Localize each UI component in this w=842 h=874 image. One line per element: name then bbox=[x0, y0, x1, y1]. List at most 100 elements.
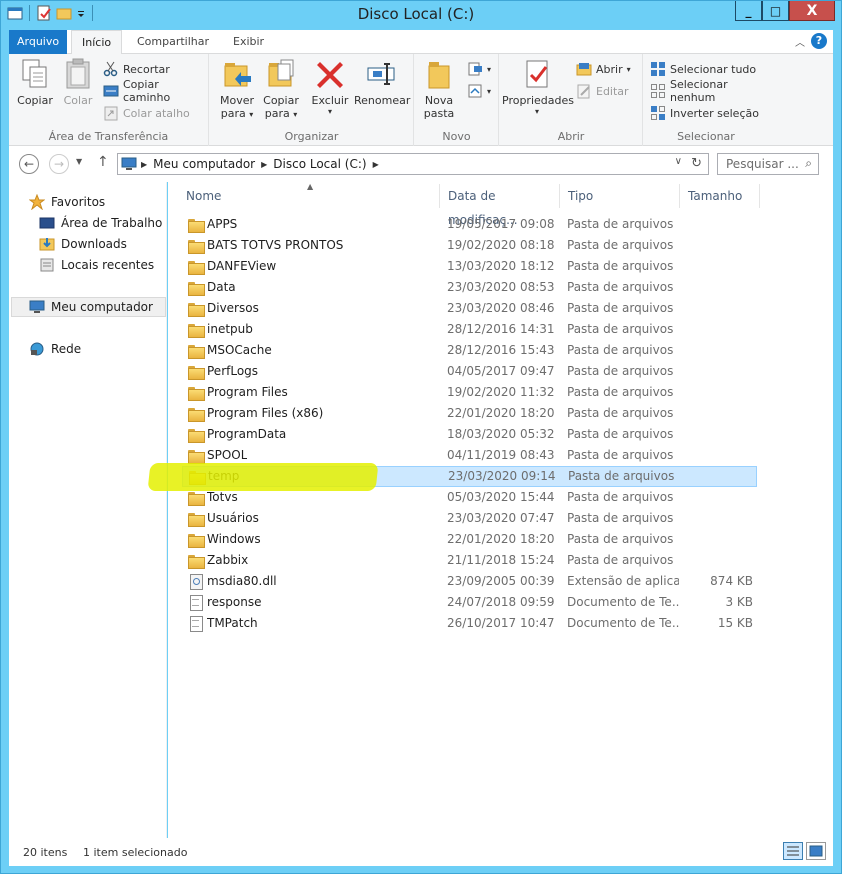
file-row[interactable]: Usuários 23/03/2020 07:47 Pasta de arquivo… bbox=[168, 508, 833, 529]
back-button[interactable]: ← bbox=[19, 154, 39, 174]
nav-item-downloads[interactable]: Downloads bbox=[39, 234, 127, 254]
file-row[interactable]: Program Files (x86) 22/01/2020 18:20 Pasta… bbox=[168, 403, 833, 424]
column-header-type[interactable]: Tipo bbox=[560, 184, 680, 208]
properties-button[interactable]: Propriedades ▾ bbox=[502, 58, 574, 116]
chevron-right-icon[interactable]: ▶ bbox=[371, 160, 381, 169]
file-name: Windows bbox=[207, 532, 261, 546]
file-row[interactable]: DANFEView 13/03/2020 18:12 Pasta de arquiv… bbox=[168, 256, 833, 277]
folder-icon bbox=[188, 280, 205, 296]
column-header-size[interactable]: Tamanho bbox=[680, 184, 760, 208]
breadcrumb-local-disk[interactable]: Disco Local (C:) bbox=[269, 157, 370, 171]
refresh-icon[interactable]: ↻ bbox=[691, 156, 702, 171]
rename-button[interactable]: Renomear bbox=[354, 58, 411, 107]
file-date: 05/03/2020 15:44 bbox=[447, 490, 555, 504]
arrow-left-icon: ← bbox=[23, 157, 35, 171]
easy-access-icon bbox=[467, 83, 483, 99]
up-arrow-icon[interactable]: ↑ bbox=[97, 154, 109, 170]
invert-selection-button[interactable]: Inverter seleção bbox=[650, 103, 759, 123]
file-list-pane: ▲ Nome Data de modificaç... Tipo Tamanho… bbox=[168, 182, 833, 838]
nav-item-network[interactable]: Rede bbox=[29, 339, 81, 359]
large-icons-view-button[interactable] bbox=[806, 842, 826, 860]
copy-path-button[interactable]: Copiar caminho bbox=[103, 78, 208, 104]
column-header-date[interactable]: Data de modificaç... bbox=[440, 184, 560, 227]
details-view-button[interactable] bbox=[783, 842, 803, 860]
nav-item-desktop[interactable]: Área de Trabalho bbox=[39, 213, 162, 233]
paste-shortcut-label: Colar atalho bbox=[123, 106, 190, 120]
chevron-down-icon: ▾ bbox=[626, 64, 631, 74]
file-size: 874 KB bbox=[710, 574, 753, 588]
file-row[interactable]: PerfLogs 04/05/2017 09:47 Pasta de arquivo… bbox=[168, 361, 833, 382]
file-row[interactable]: ProgramData 18/03/2020 05:32 Pasta de arqu… bbox=[168, 424, 833, 445]
copy-to-label-2: para bbox=[264, 107, 290, 120]
file-name: ProgramData bbox=[207, 427, 287, 441]
file-row[interactable]: msdia80.dll 23/09/2005 00:39 Extensão de a… bbox=[168, 571, 833, 592]
move-to-label: Mover bbox=[219, 94, 255, 107]
help-icon[interactable]: ? bbox=[811, 33, 827, 49]
maximize-button[interactable]: □ bbox=[762, 1, 789, 21]
address-bar[interactable]: ▶ Meu computador ▶ Disco Local (C:) ▶ ∨ … bbox=[117, 153, 709, 175]
forward-button[interactable]: → bbox=[49, 154, 69, 174]
nav-item-computer[interactable]: Meu computador bbox=[11, 297, 166, 317]
paste-button[interactable]: Colar bbox=[59, 58, 97, 107]
navigation-bar: ← → ▼ ↑ ▶ Meu computador ▶ Disco Local (… bbox=[9, 146, 833, 182]
file-date: 23/03/2020 07:47 bbox=[447, 511, 555, 525]
folder-icon bbox=[188, 259, 205, 275]
delete-button[interactable]: Excluir ▾ bbox=[310, 58, 350, 116]
rename-label: Renomear bbox=[354, 94, 411, 107]
easy-access-button[interactable]: ▾ bbox=[467, 81, 491, 101]
computer-icon bbox=[29, 299, 45, 315]
file-date: 28/12/2016 15:43 bbox=[447, 343, 555, 357]
minimize-button[interactable]: _ bbox=[735, 1, 762, 21]
file-type: Pasta de arquivos bbox=[567, 301, 674, 315]
copy-to-button[interactable]: Copiar para ▾ bbox=[260, 58, 302, 120]
column-header-name[interactable]: Nome bbox=[178, 184, 440, 208]
recent-locations-icon[interactable]: ▼ bbox=[76, 157, 82, 166]
folder-icon bbox=[188, 553, 205, 569]
select-all-button[interactable]: Selecionar tudo bbox=[650, 59, 756, 79]
new-item-button[interactable]: ▾ bbox=[467, 59, 491, 79]
cut-button[interactable]: Recortar bbox=[103, 59, 170, 79]
tab-view[interactable]: Exibir bbox=[223, 30, 274, 54]
file-row[interactable]: inetpub 28/12/2016 14:31 Pasta de arquivos bbox=[168, 319, 833, 340]
cut-label: Recortar bbox=[123, 62, 170, 76]
chevron-right-icon[interactable]: ▶ bbox=[259, 160, 269, 169]
paste-shortcut-button[interactable]: Colar atalho bbox=[103, 103, 190, 123]
file-row[interactable]: Windows 22/01/2020 18:20 Pasta de arquivos bbox=[168, 529, 833, 550]
edit-button[interactable]: Editar bbox=[576, 81, 629, 101]
file-name: SPOOL bbox=[207, 448, 248, 462]
collapse-ribbon-icon[interactable]: ︿ bbox=[795, 34, 805, 49]
file-row[interactable]: response 24/07/2018 09:59 Documento de Te.… bbox=[168, 592, 833, 613]
invert-selection-icon bbox=[650, 105, 666, 121]
search-input[interactable]: Pesquisar ... ⌕ bbox=[717, 153, 819, 175]
chevron-right-icon[interactable]: ▶ bbox=[139, 160, 149, 169]
file-row[interactable]: Data 23/03/2020 08:53 Pasta de arquivos bbox=[168, 277, 833, 298]
open-button[interactable]: Abrir ▾ bbox=[576, 59, 631, 79]
file-row[interactable]: APPS 19/05/2017 09:08 Pasta de arquivos bbox=[168, 214, 833, 235]
new-folder-button[interactable]: Nova pasta bbox=[419, 58, 459, 120]
file-row[interactable]: Zabbix 21/11/2018 15:24 Pasta de arquivos bbox=[168, 550, 833, 571]
file-row[interactable]: BATS TOTVS PRONTOS 19/02/2020 08:18 Pasta … bbox=[168, 235, 833, 256]
copy-button[interactable]: Copiar bbox=[15, 58, 55, 107]
file-row[interactable]: MSOCache 28/12/2016 15:43 Pasta de arquivo… bbox=[168, 340, 833, 361]
file-row[interactable]: TMPatch 26/10/2017 10:47 Documento de Te..… bbox=[168, 613, 833, 634]
nav-item-recent[interactable]: Locais recentes bbox=[39, 255, 154, 275]
file-row[interactable]: Program Files 19/02/2020 11:32 Pasta de ar… bbox=[168, 382, 833, 403]
tab-file[interactable]: Arquivo bbox=[9, 30, 68, 54]
file-name: inetpub bbox=[207, 322, 253, 336]
breadcrumb-computer[interactable]: Meu computador bbox=[149, 157, 259, 171]
move-to-button[interactable]: Mover para ▾ bbox=[216, 58, 258, 120]
file-date: 26/10/2017 10:47 bbox=[447, 616, 555, 630]
computer-icon bbox=[121, 156, 139, 172]
tab-home[interactable]: Início bbox=[71, 30, 123, 55]
file-row[interactable]: Diversos 23/03/2020 08:46 Pasta de arquivo… bbox=[168, 298, 833, 319]
close-button[interactable]: X bbox=[789, 1, 835, 21]
tab-share[interactable]: Compartilhar bbox=[127, 30, 219, 54]
nav-item-favorites[interactable]: Favoritos bbox=[28, 192, 105, 212]
organize-group-label: Organizar bbox=[284, 130, 339, 143]
address-dropdown-icon[interactable]: ∨ bbox=[675, 156, 682, 167]
file-list: APPS 19/05/2017 09:08 Pasta de arquivos BAT… bbox=[168, 214, 833, 634]
invert-selection-label: Inverter seleção bbox=[670, 106, 759, 120]
clipboard-group-label: Área de Transferência bbox=[48, 130, 169, 143]
select-none-button[interactable]: Selecionar nenhum bbox=[650, 78, 768, 104]
explorer-window: Disco Local (C:) _ □ X Arquivo Início Co… bbox=[0, 0, 842, 874]
